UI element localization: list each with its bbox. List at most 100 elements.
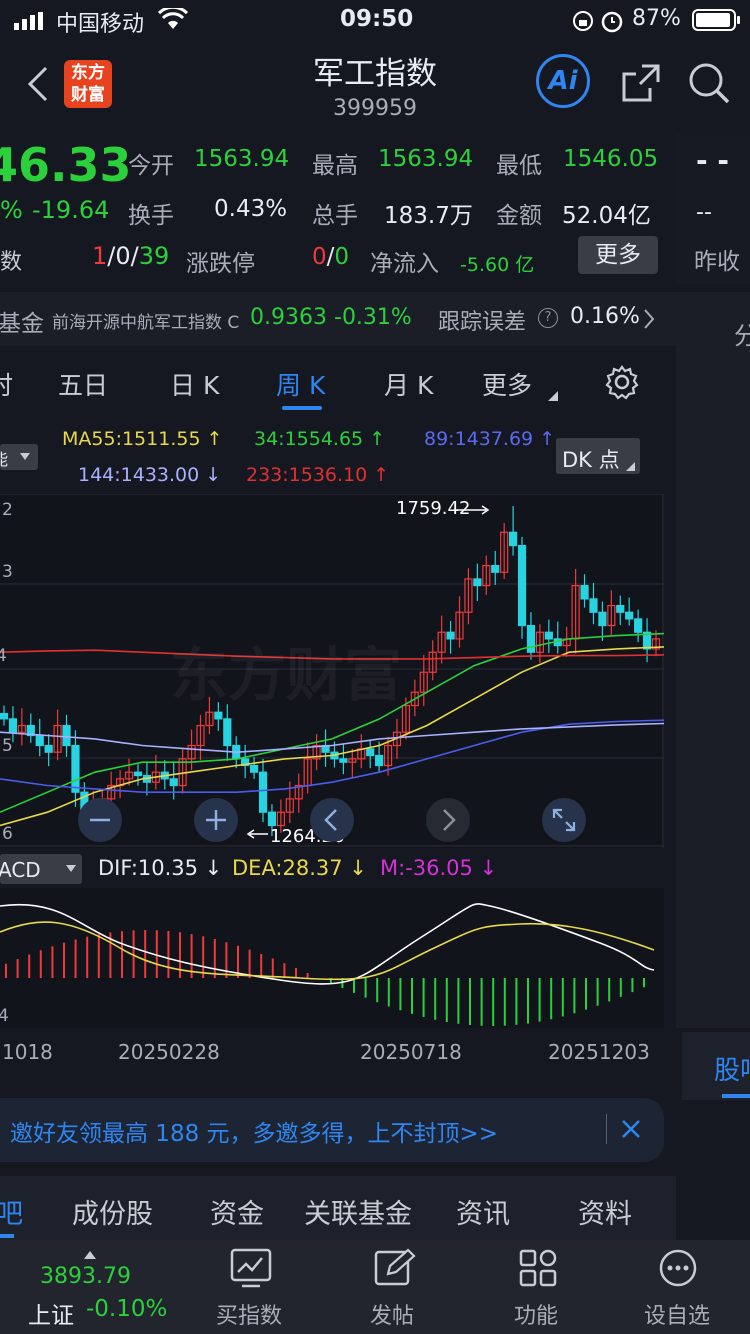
kline-chart[interactable]: 2 3 4 5 6 1759.42 1264.26 东方财富 (0, 494, 664, 848)
tab-week-k[interactable]: 周 K (276, 366, 325, 402)
indicator-select-label: 能 (0, 450, 9, 469)
inflow-label: 净流入 (370, 251, 439, 277)
min-pointer (246, 829, 268, 839)
high-value: 1563.94 (378, 146, 474, 172)
right-dash: - - (696, 144, 729, 177)
candle-body (339, 758, 348, 763)
dk-point-button[interactable]: DK 点 (556, 438, 640, 474)
section-tab-indicator (0, 1234, 14, 1238)
section-tab-funds[interactable]: 资金 (210, 1192, 264, 1231)
more-dots-icon (658, 1248, 698, 1292)
period-tabs: 时 五日 日 K 周 K 月 K 更多 (0, 348, 676, 416)
limit-values: 0/0 (312, 244, 349, 270)
banner-divider (606, 1114, 607, 1144)
last-price: 46.33 (0, 138, 132, 192)
section-tab-constituents[interactable]: 成份股 (72, 1192, 153, 1231)
y-tick-1: 2 (2, 500, 13, 520)
candle-body (267, 811, 277, 827)
right-guba-tab[interactable]: 股吧 (682, 1032, 750, 1100)
signal-icon (14, 12, 48, 30)
m-label: M:-36.05 ↓ (380, 856, 498, 880)
section-tab-info[interactable]: 资料 (578, 1192, 632, 1231)
right-guba-underline (722, 1094, 750, 1098)
y-tick-2: 3 (2, 562, 13, 582)
fullscreen-button[interactable] (542, 798, 586, 842)
open-value: 1563.94 (194, 146, 290, 172)
add-watchlist-button[interactable]: 设自选 (640, 1246, 720, 1330)
dk-point-label: DK 点 (562, 448, 620, 472)
y-tick-3: 4 (0, 646, 7, 666)
tab-day-k[interactable]: 日 K (170, 366, 219, 402)
section-tab-related-funds[interactable]: 关联基金 (304, 1192, 412, 1231)
section-tab-guba[interactable]: 吧 (0, 1192, 23, 1231)
amount-value: 52.04亿 (562, 203, 651, 229)
close-icon[interactable] (620, 1118, 642, 1144)
tab-month-k[interactable]: 月 K (384, 366, 433, 402)
index-ticker-value: 3893.79 (40, 1264, 131, 1289)
ma55-label: MA55:1511.55 ↑ (62, 428, 223, 450)
candle-body (0, 712, 9, 720)
candle-body (375, 754, 384, 767)
ai-button[interactable]: Ai (536, 54, 590, 108)
battery-icon (692, 9, 740, 35)
x-tick-3: 20250718 (360, 1040, 462, 1064)
chart-trend-icon (230, 1248, 272, 1292)
candle-body (517, 545, 527, 627)
ma89-label: 89:1437.69 ↑ (424, 428, 556, 450)
candle-body (8, 718, 18, 733)
ma144-label: 144:1433.00 ↓ (78, 464, 222, 486)
index-ticker[interactable]: 3893.79 上证 -0.10% (0, 1240, 178, 1334)
zoom-in-button[interactable] (194, 798, 238, 842)
battery-percent: 87% (632, 6, 681, 31)
post-button[interactable]: 发帖 (362, 1246, 426, 1330)
more-label: 更多 (595, 242, 641, 268)
tab-five-day[interactable]: 五日 (58, 366, 108, 402)
functions-button[interactable]: 功能 (506, 1246, 570, 1330)
fund-name: 前海开源中航军工指数 C (52, 313, 240, 333)
search-icon[interactable] (686, 60, 732, 110)
candle-body (133, 771, 143, 777)
low-label: 最低 (496, 153, 542, 179)
candle-body (62, 724, 71, 747)
status-bar: 中国移动 09:50 87% (0, 0, 750, 40)
fund-change: -0.31% (334, 305, 412, 330)
tab-time[interactable]: 时 (0, 366, 13, 402)
tab-more[interactable]: 更多 (482, 366, 532, 402)
help-icon[interactable]: ? (538, 308, 558, 328)
functions-label: 功能 (514, 1304, 559, 1329)
dif-label: DIF:10.35 ↓ (98, 856, 223, 880)
candle-body (598, 611, 607, 627)
chevron-right-icon (642, 308, 656, 334)
candle-body (249, 764, 259, 773)
x-tick-2: 20250228 (118, 1040, 220, 1064)
ai-label: Ai (548, 66, 578, 96)
add-watchlist-label: 设自选 (644, 1304, 711, 1329)
right-side-char: 分 (734, 322, 750, 350)
alarm-icon (600, 9, 624, 37)
zoom-out-button[interactable] (78, 798, 122, 842)
y-tick-5: 6 (2, 824, 13, 844)
candle-body (544, 631, 553, 640)
volume-label: 总手 (312, 203, 358, 229)
index-ticker-change: -0.10% (86, 1296, 168, 1322)
indicator-select[interactable]: 能 (0, 444, 38, 470)
settings-gear-icon[interactable] (604, 364, 640, 404)
section-tab-news[interactable]: 资讯 (456, 1192, 510, 1231)
macd-select[interactable]: ACD (0, 854, 82, 884)
macd-legend: ACD DIF:10.35 ↓ DEA:28.37 ↓ M:-36.05 ↓ (0, 850, 676, 888)
fund-bar[interactable]: 基金 前海开源中航军工指数 C 0.9363 -0.31% 跟踪误差 ? 0.1… (0, 292, 676, 346)
max-price-label: 1759.42 (396, 498, 471, 519)
limit-down: 0 (334, 244, 350, 270)
more-button[interactable]: 更多 (578, 236, 658, 274)
low-value: 1546.05 (563, 146, 659, 172)
macd-select-label: ACD (0, 858, 41, 882)
candle-body (223, 718, 232, 747)
share-icon[interactable] (620, 62, 662, 108)
buy-index-button[interactable]: 买指数 (214, 1246, 290, 1330)
macd-chart[interactable]: 4 (0, 888, 664, 1028)
scroll-left-button[interactable] (310, 798, 354, 842)
candle-body (580, 584, 589, 600)
invite-banner[interactable]: 邀好友领最高 188 元，多邀多得，上不封顶>> (0, 1098, 664, 1162)
right-side-panel: 分 (676, 292, 750, 1028)
scroll-right-button[interactable] (426, 798, 470, 842)
